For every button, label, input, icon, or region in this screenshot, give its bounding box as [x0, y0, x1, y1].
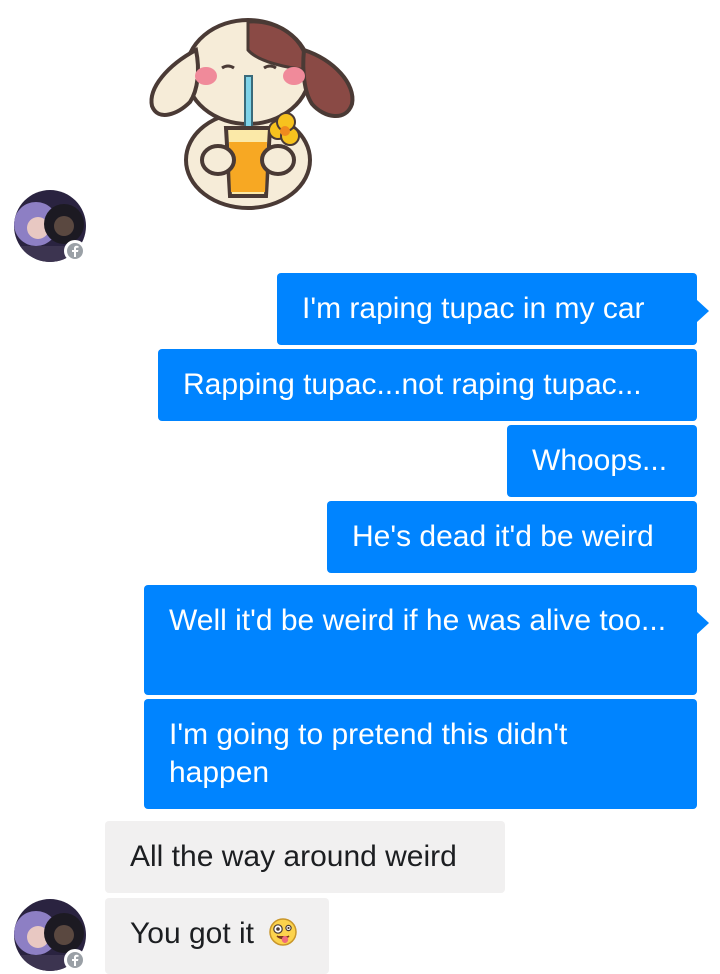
message-text: Rapping tupac...not raping tupac... — [183, 368, 642, 401]
avatar[interactable] — [14, 190, 86, 262]
sent-message-bubble[interactable]: He's dead it'd be weird — [327, 501, 697, 573]
bubble-tail — [697, 612, 709, 634]
message-text: Whoops... — [532, 444, 668, 477]
message-thread: I'm raping tupac in my car Rapping tupac… — [0, 0, 720, 974]
facebook-icon — [64, 240, 86, 262]
received-message-bubble[interactable]: You got it — [105, 898, 329, 974]
message-text: He's dead it'd be weird — [352, 520, 654, 553]
received-message-bubble[interactable]: All the way around weird — [105, 821, 505, 893]
sent-message-bubble[interactable]: Well it'd be weird if he was alive too..… — [144, 585, 709, 695]
sent-message-bubble[interactable]: I'm going to pretend this didn't happen — [144, 699, 697, 809]
sent-message-bubble[interactable]: I'm raping tupac in my car — [277, 273, 709, 345]
facebook-icon — [64, 949, 86, 971]
bubble-tail — [697, 300, 709, 322]
message-text: I'm raping tupac in my car — [302, 292, 645, 325]
sent-message-bubble[interactable]: Rapping tupac...not raping tupac... — [158, 349, 697, 421]
message-text: All the way around weird — [130, 840, 457, 873]
avatar[interactable] — [14, 899, 86, 971]
puppy-drinking-juice-sticker[interactable] — [138, 10, 358, 210]
message-text: I'm going to pretend this didn't happen — [169, 718, 568, 789]
zany-face-icon — [268, 917, 298, 957]
message-text: You got it — [130, 917, 254, 950]
message-text: Well it'd be weird if he was alive too..… — [169, 604, 667, 637]
sent-message-bubble[interactable]: Whoops... — [507, 425, 697, 497]
